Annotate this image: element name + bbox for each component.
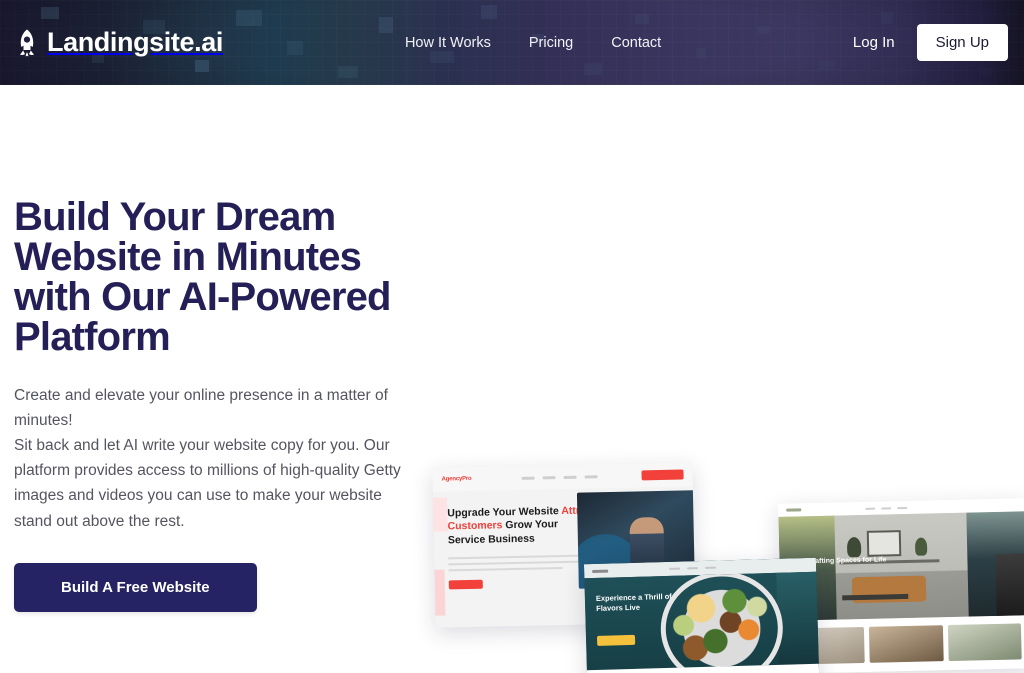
login-link[interactable]: Log In (853, 34, 895, 51)
mockup-interior-picture-frame (866, 530, 902, 557)
mockup-services-nav-4 (584, 474, 598, 479)
mockup-services-nav-3 (563, 475, 577, 479)
hero-paragraph-2: Sit back and let AI write your website c… (14, 437, 401, 530)
hero-paragraph-1: Create and elevate your online presence … (14, 387, 388, 430)
nav-item-how-it-works[interactable]: How It Works (405, 35, 491, 51)
mockup-food-bowl-photo (664, 574, 780, 671)
hero-copy: Build Your Dream Website in Minutes with… (14, 197, 434, 612)
mockup-services-nav-1 (521, 476, 535, 480)
mockup-services-nav-2 (542, 475, 556, 479)
mockup-food-nav-1 (669, 567, 681, 570)
mockup-services-text-lines (448, 554, 595, 572)
mockup-services-cta-chip (641, 469, 684, 481)
main-nav: How It Works Pricing Contact (405, 35, 661, 51)
mockup-services-button (448, 580, 483, 590)
nav-item-contact[interactable]: Contact (611, 35, 661, 51)
mockup-food-side-panel (776, 571, 819, 665)
mockup-interior-right-panel-dark (995, 553, 1024, 616)
brand-logo-link[interactable]: Landingsite.ai (14, 28, 223, 58)
mockup-restaurant-site: Experience a Thrill of Flavors Live Dive… (583, 557, 821, 673)
signup-button[interactable]: Sign Up (916, 24, 1008, 61)
mockup-interior-logo (786, 508, 802, 512)
nav-item-pricing[interactable]: Pricing (529, 35, 573, 51)
mockup-food-footer-text: Dive Into a Culinary Adventure (670, 670, 791, 673)
mockup-food-nav-3 (705, 566, 717, 569)
mockup-food-cta-button (596, 634, 636, 646)
mockup-food-hero: Experience a Thrill of Flavors Live (584, 571, 819, 671)
mockup-interior-nav-2 (881, 506, 892, 510)
site-header: Landingsite.ai How It Works Pricing Cont… (0, 0, 1024, 85)
mockup-interior-headline: Crafting Spaces for Life (807, 556, 887, 566)
mockup-food-headline: Experience a Thrill of Flavors Live (595, 591, 672, 613)
mockup-interior-thumb-3 (947, 623, 1022, 662)
page-title: Build Your Dream Website in Minutes with… (14, 195, 391, 359)
mockup-interior-plant-left (846, 536, 862, 558)
brand-name: Landingsite.ai (47, 27, 223, 57)
build-free-website-button[interactable]: Build A Free Website (14, 562, 257, 612)
mockup-food-logo (592, 569, 609, 573)
mockup-services-nav-items (521, 474, 598, 480)
mockup-services-logo: AgencyPro (441, 475, 472, 483)
hero-mockup-collage: Crafting Spaces for Life AgencyPro Upgra… (424, 453, 1024, 673)
mockup-interior-thumb-2 (869, 625, 944, 663)
hero-description: Create and elevate your online presence … (14, 383, 414, 534)
mockup-food-nav-2 (687, 567, 699, 570)
mockup-interior-nav-3 (897, 506, 908, 509)
header-actions: Log In Sign Up (853, 24, 1008, 61)
mockup-services-headline: Upgrade Your Website Attract Customers G… (447, 504, 598, 547)
mockup-interior-nav-1 (865, 507, 876, 510)
hero-section: Build Your Dream Website in Minutes with… (0, 85, 1024, 673)
mockup-services-headline-1: Upgrade Your Website (447, 505, 559, 520)
rocket-icon (20, 29, 34, 56)
mockup-interior-plant-right (914, 537, 928, 556)
